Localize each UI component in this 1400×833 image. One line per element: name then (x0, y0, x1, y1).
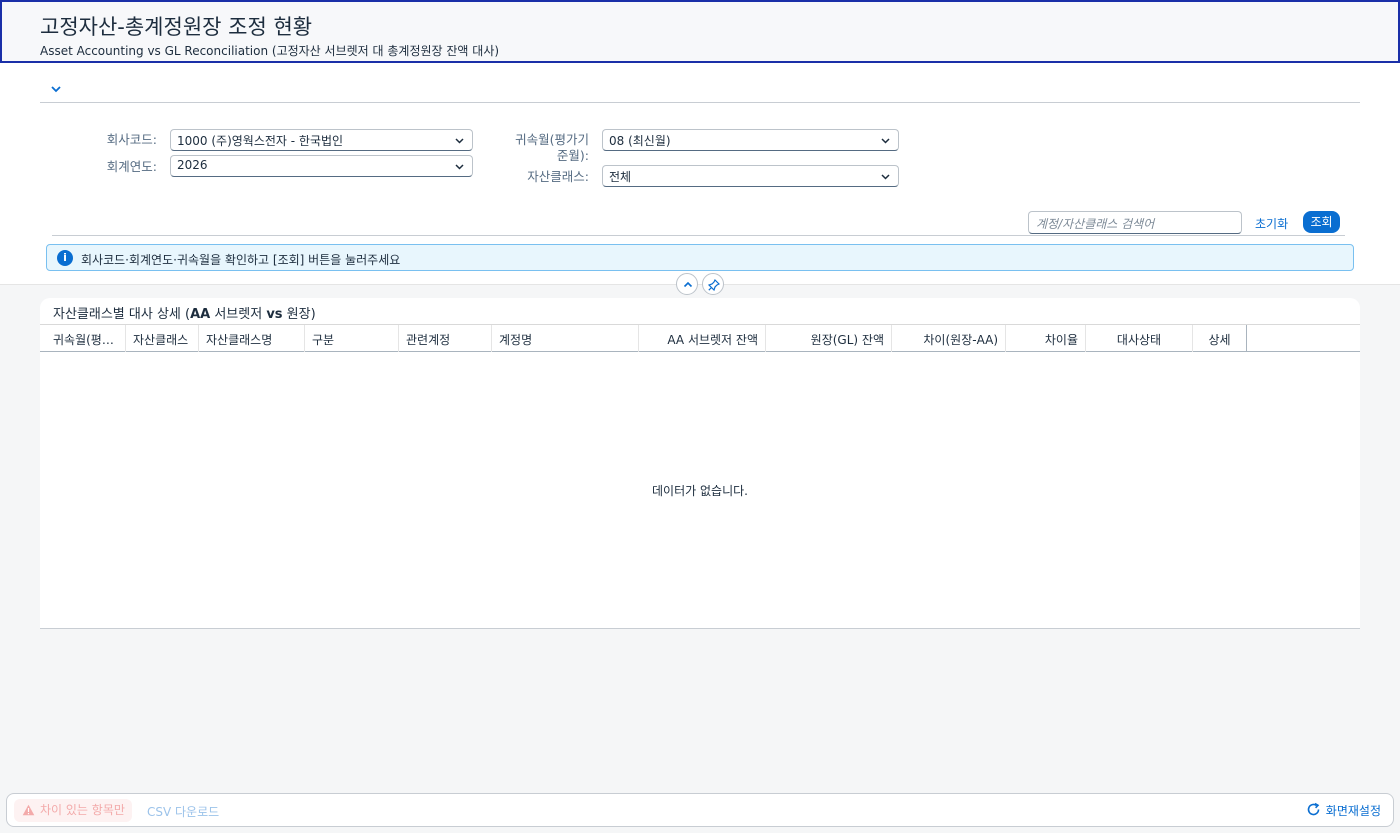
asset-class-value: 전체 (609, 170, 632, 184)
reset-button[interactable]: 초기화 (1255, 215, 1288, 232)
fiscal-year-select[interactable]: 2026 (170, 155, 473, 177)
column-header-account-name[interactable]: 계정명 (492, 325, 639, 352)
page-subtitle: Asset Accounting vs GL Reconciliation (고… (40, 44, 500, 58)
no-data-message: 데이터가 없습니다. (652, 484, 748, 498)
collapse-header-button[interactable] (676, 273, 698, 295)
period-label: 귀속월(평가기 준월): (496, 132, 589, 164)
info-icon: i (57, 250, 73, 266)
company-code-value: 1000 (주)영웍스전자 - 한국법인 (177, 134, 344, 148)
period-label-line2: 준월): (556, 148, 589, 163)
column-header-period[interactable]: 귀속월(평가기준월) (46, 325, 126, 352)
asset-class-label: 자산클래스: (527, 169, 589, 184)
column-header-gl-balance[interactable]: 원장(GL) 잔액 (766, 325, 892, 352)
column-header-status[interactable]: 대사상태 (1086, 325, 1193, 352)
search-input[interactable]: 계정/자산클래스 검색어 (1028, 211, 1242, 234)
info-message: 회사코드·회계연도·귀속월을 확인하고 [조회] 버튼을 눌러주세요 (81, 253, 401, 267)
column-header-asset-class-name[interactable]: 자산클래스명 (199, 325, 305, 352)
chevron-down-icon (455, 164, 464, 170)
reset-view-label: 화면재설정 (1325, 804, 1381, 818)
asset-class-select[interactable]: 전체 (602, 165, 899, 187)
chevron-down-icon[interactable] (49, 82, 63, 96)
column-header-detail[interactable]: 상세 (1193, 325, 1247, 352)
chevron-down-icon (881, 138, 890, 144)
period-label-line1: 귀속월(평가기 (515, 132, 589, 147)
period-value: 08 (최신월) (609, 134, 671, 148)
header-divider (40, 102, 1360, 103)
warning-icon (22, 804, 35, 816)
column-header-asset-class[interactable]: 자산클래스 (126, 325, 199, 352)
pin-header-button[interactable] (702, 273, 724, 295)
chevron-down-icon (455, 138, 464, 144)
column-header-difference-rate[interactable]: 차이율 (1006, 325, 1086, 352)
column-header-aa-balance[interactable]: AA 서브렛저 잔액 (639, 325, 766, 352)
reconciliation-table-panel: 자산클래스별 대사 상세 (AA 서브렛저 vs 원장) 귀속월(평가기준월) … (40, 298, 1360, 629)
reset-view-button[interactable]: 화면재설정 (1306, 802, 1381, 819)
fiscal-year-label: 회계연도: (106, 159, 157, 174)
page-header: 고정자산-총계정원장 조정 현황 Asset Accounting vs GL … (0, 0, 1400, 63)
table-title: 자산클래스별 대사 상세 (AA 서브렛저 vs 원장) (53, 307, 316, 322)
query-button[interactable]: 조회 (1303, 211, 1340, 233)
toolbar-divider (52, 235, 1345, 236)
diff-only-button[interactable]: 차이 있는 항목만 (14, 799, 132, 822)
column-header-related-account[interactable]: 관련계정 (399, 325, 492, 352)
csv-download-button[interactable]: CSV 다운로드 (147, 803, 219, 820)
company-code-select[interactable]: 1000 (주)영웍스전자 - 한국법인 (170, 129, 473, 151)
page-title: 고정자산-총계정원장 조정 현황 (40, 15, 313, 39)
chevron-down-icon (881, 174, 890, 180)
column-header-difference[interactable]: 차이(원장-AA) (892, 325, 1006, 352)
period-select[interactable]: 08 (최신월) (602, 129, 899, 151)
info-message-strip: i 회사코드·회계연도·귀속월을 확인하고 [조회] 버튼을 눌러주세요 (46, 244, 1354, 271)
refresh-icon (1307, 802, 1320, 816)
company-code-label: 회사코드: (106, 132, 157, 147)
column-header-category[interactable]: 구분 (305, 325, 399, 352)
table-header: 귀속월(평가기준월) 자산클래스 자산클래스명 구분 관련계정 계정명 AA 서… (40, 324, 1360, 352)
footer-toolbar: 차이 있는 항목만 CSV 다운로드 화면재설정 (6, 793, 1394, 827)
chevron-up-icon (683, 281, 693, 288)
pin-icon (708, 279, 720, 291)
diff-only-label: 차이 있는 항목만 (40, 803, 125, 817)
fiscal-year-value: 2026 (177, 158, 208, 172)
